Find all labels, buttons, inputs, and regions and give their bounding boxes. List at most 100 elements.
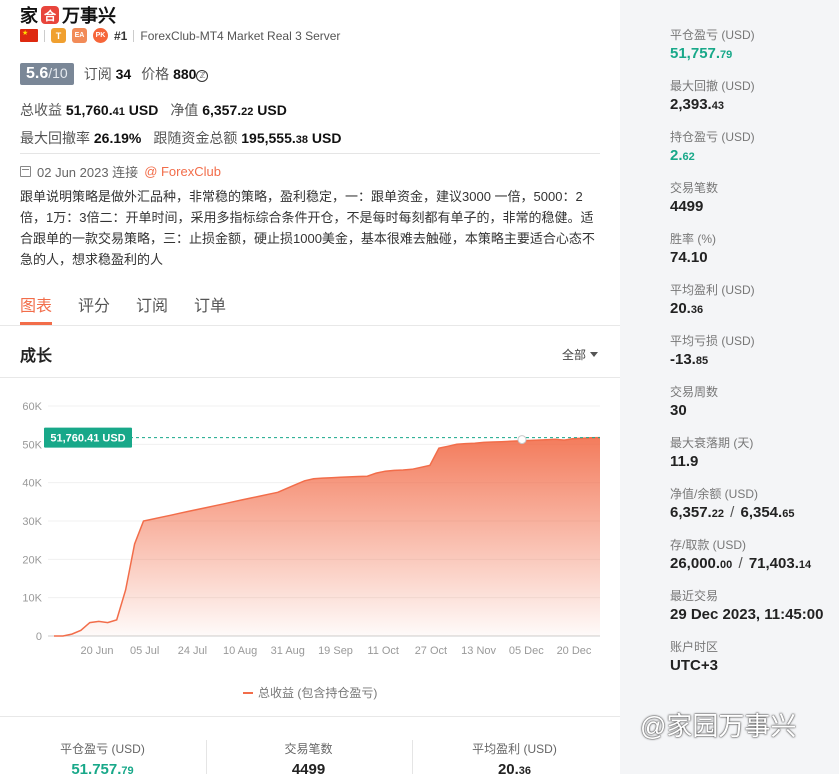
stat-avg-loss: 平均亏损 (USD) -13.85 <box>670 332 839 369</box>
bottom-stat-value: 20.36 <box>497 761 532 774</box>
stat-label: 最大回撤 (USD) <box>670 79 755 93</box>
price: 价格 880 ℤ <box>141 64 209 84</box>
x-tick-label: 11 Oct <box>367 645 399 657</box>
bottom-stat-label: 交易笔数 <box>284 742 333 756</box>
stat-value: 30 <box>670 402 687 419</box>
stat-label: 账户时区 <box>670 640 719 654</box>
x-tick-label: 27 Oct <box>415 645 447 657</box>
stat-label: 胜率 (%) <box>670 232 716 246</box>
stats-sidebar: 平仓盈亏 (USD) 51,757.79 最大回撤 (USD) 2,393.43… <box>650 0 839 774</box>
tab-orders[interactable]: 订单 <box>194 292 226 316</box>
stat-value: 20.36 <box>670 300 704 317</box>
title-part-1: 家 <box>20 6 38 26</box>
stat-closed-pl: 平仓盈亏 (USD) 51,757.79 <box>670 26 839 63</box>
x-tick-label: 20 Dec <box>557 645 592 657</box>
x-tick-label: 20 Jun <box>80 645 113 657</box>
calendar-icon <box>20 166 31 177</box>
broker-link[interactable]: @ ForexClub <box>144 164 221 179</box>
stat-label: 最大衰落期 (天) <box>670 436 754 450</box>
divider <box>0 377 620 378</box>
growth-title: 成长 <box>20 348 53 365</box>
stat-max-drawdown: 最大回撤 (USD) 2,393.43 <box>670 77 839 114</box>
stat-open-pl: 持仓盈亏 (USD) 2.62 <box>670 128 839 165</box>
bottom-stat-value: 51,757.79 <box>71 761 134 774</box>
growth-chart[interactable]: 0 10K 20K 30K 40K 50K 60K 20 Jun 05 Jul 24 Jul 10 … <box>0 390 620 670</box>
x-tick-label: 13 Nov <box>461 645 496 657</box>
stat-value: -13.85 <box>670 351 709 368</box>
stat-last-trade: 最近交易 29 Dec 2023, 11:45:00 <box>670 587 839 624</box>
follow-funds: 跟随资金总额 195,555.38 USD <box>153 130 342 146</box>
x-tick-label: 05 Jul <box>130 645 159 657</box>
stat-value: 74.10 <box>670 249 708 266</box>
stat-trades: 交易笔数 4499 <box>670 179 839 216</box>
stat-value: 2.62 <box>670 147 695 164</box>
divider <box>0 325 620 326</box>
stat-label: 平仓盈亏 (USD) <box>670 28 755 42</box>
tab-subscribe[interactable]: 订阅 <box>136 292 168 316</box>
current-value-label: 51,760.41 USD <box>50 433 125 445</box>
hover-marker <box>517 435 527 445</box>
stat-value: 2,393.43 <box>670 96 724 113</box>
divider <box>133 29 135 42</box>
y-tick-label: 60K <box>22 401 42 413</box>
y-tick-label: 40K <box>22 478 42 490</box>
t-badge-icon: T <box>51 28 66 43</box>
subscribe-count: 订阅 34 <box>83 66 132 82</box>
china-flag-icon <box>20 29 38 42</box>
stat-trade-weeks: 交易周数 30 <box>670 383 839 420</box>
watermark: @家园万事兴 <box>640 711 797 741</box>
x-tick-label: 31 Aug <box>271 645 305 657</box>
stat-label: 平均亏损 (USD) <box>670 334 755 348</box>
bottom-stat-value: 4499 <box>291 761 326 774</box>
stat-deposit-withdraw: 存/取款 (USD) 26,000.00 / 71,403.14 <box>670 536 839 573</box>
stat-value: 26,000.00 / 71,403.14 <box>670 555 812 572</box>
score-row: 5.6/10 订阅 34 价格 880 ℤ <box>20 63 209 85</box>
stat-value: 4499 <box>670 198 704 215</box>
stat-label: 净值/余额 (USD) <box>670 487 758 501</box>
range-dropdown-value: 全部 <box>562 348 587 362</box>
score-badge: 5.6/10 <box>20 63 74 85</box>
caret-down-icon <box>590 352 599 357</box>
stat-value: 11.9 <box>670 453 699 470</box>
y-tick-label: 30K <box>22 516 42 528</box>
tab-chart[interactable]: 图表 <box>20 292 52 316</box>
strategy-title: 家 合 万事兴 <box>20 2 116 28</box>
coin-icon: ℤ <box>196 70 209 82</box>
pk-flame-icon: PK <box>93 28 108 43</box>
max-drawdown: 最大回撤率 26.19% <box>20 130 142 146</box>
connect-date: 02 Jun 2023 连接 <box>37 165 139 180</box>
divider <box>0 716 620 717</box>
bottom-stat-trades: 交易笔数 4499 <box>206 740 411 774</box>
x-tick-label: 05 Dec <box>509 645 544 657</box>
tab-bar: 图表 评分 订阅 订单 <box>20 292 226 316</box>
column-gap <box>620 0 650 774</box>
x-tick-label: 10 Aug <box>223 645 257 657</box>
house-logo-icon: 合 <box>41 6 59 24</box>
x-tick-label: 24 Jul <box>178 645 207 657</box>
strategy-description: 跟单说明策略是做外汇品种，非常稳的策略，盈利稳定，一：跟单资金，建议3000 一… <box>20 189 595 267</box>
stat-value: 29 Dec 2023, 11:45:00 <box>670 606 824 623</box>
stat-value: 6,357.22 / 6,354.65 <box>670 504 795 521</box>
stat-label: 最近交易 <box>670 589 719 603</box>
bottom-stat-closed-pl: 平仓盈亏 (USD) 51,757.79 <box>0 740 205 774</box>
divider <box>20 153 600 154</box>
stat-max-decline-days: 最大衰落期 (天) 11.9 <box>670 434 839 471</box>
bottom-stat-label: 平均盈利 (USD) <box>472 742 557 756</box>
stat-win-rate: 胜率 (%) 74.10 <box>670 230 839 267</box>
stat-label: 交易周数 <box>670 385 719 399</box>
stat-equity-balance: 净值/余额 (USD) 6,357.22 / 6,354.65 <box>670 485 839 522</box>
tab-rating[interactable]: 评分 <box>78 292 110 316</box>
legend-swatch <box>243 691 253 694</box>
divider <box>44 29 45 42</box>
stat-value: 51,757.79 <box>670 45 733 62</box>
range-dropdown[interactable]: 全部 <box>562 346 599 363</box>
rank-badge: #1 <box>114 28 128 43</box>
title-part-2: 万事兴 <box>62 6 116 26</box>
drawdown-row: 最大回撤率 26.19% 跟随资金总额 195,555.38 USD <box>20 128 341 148</box>
chart-legend[interactable]: 总收益 (包含持仓盈亏) <box>243 684 377 701</box>
legend-label: 总收益 (包含持仓盈亏) <box>258 686 378 700</box>
y-tick-label: 10K <box>22 593 42 605</box>
meta-row: T EA PK #1 ForexClub-MT4 Market Real 3 S… <box>20 28 340 43</box>
y-tick-label: 50K <box>22 439 42 451</box>
ea-badge-icon: EA <box>72 28 87 43</box>
